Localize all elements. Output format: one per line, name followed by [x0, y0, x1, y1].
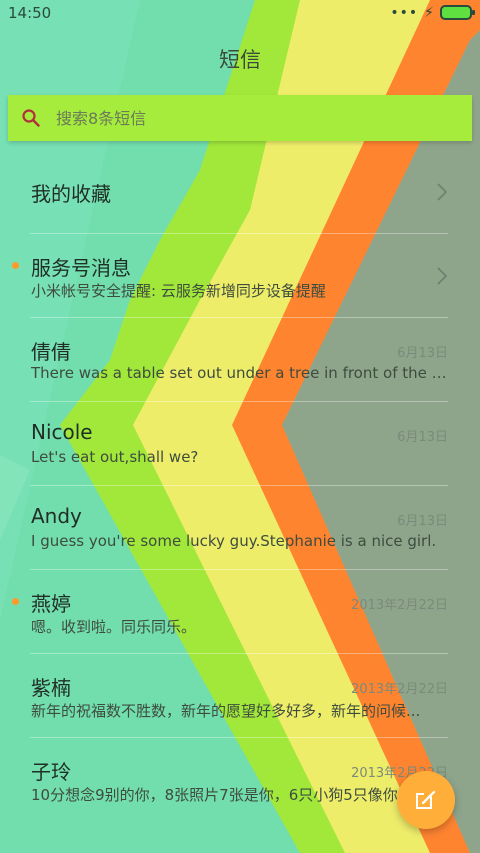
conversation-list: 我的收藏 服务号消息 小米帐号安全提醒: 云服务新增同步设备提醒 倩倩 6月13…: [0, 150, 480, 822]
item-date: 2013年2月22日: [351, 598, 448, 613]
item-name: Nicole: [31, 420, 93, 444]
list-item-conversation[interactable]: 紫楠 2013年2月22日 新年的祝福数不胜数，新年的愿望好多好多，新年的问候.…: [0, 654, 480, 738]
item-name: 倩倩: [31, 340, 71, 364]
item-date: 6月13日: [397, 430, 448, 445]
unread-dot: [12, 598, 19, 605]
list-item-favorites[interactable]: 我的收藏: [0, 150, 480, 234]
item-name: 我的收藏: [31, 182, 111, 206]
item-preview: There was a table set out under a tree i…: [31, 364, 447, 382]
item-name: 紫楠: [31, 676, 71, 700]
status-time: 14:50: [8, 4, 52, 22]
item-preview: 小米帐号安全提醒: 云服务新增同步设备提醒: [31, 282, 326, 300]
item-name: 服务号消息: [31, 256, 131, 280]
item-preview: 新年的祝福数不胜数，新年的愿望好多好多，新年的问候...: [31, 702, 421, 720]
list-item-service[interactable]: 服务号消息 小米帐号安全提醒: 云服务新增同步设备提醒: [0, 234, 480, 318]
page-title: 短信: [219, 48, 261, 72]
item-date: 6月13日: [397, 514, 448, 529]
charging-icon: ⚡: [424, 4, 434, 21]
unread-dot: [12, 262, 19, 269]
chevron-right-icon: [437, 267, 448, 285]
item-date: 6月13日: [397, 346, 448, 361]
item-preview: 10分想念9别的你，8张照片7张是你，6只小狗5只像你: [31, 786, 398, 804]
search-bar[interactable]: [8, 95, 472, 141]
list-item-conversation[interactable]: 倩倩 6月13日 There was a table set out under…: [0, 318, 480, 402]
list-item-conversation[interactable]: Nicole 6月13日 Let's eat out,shall we?: [0, 402, 480, 486]
list-item-conversation[interactable]: 燕婷 2013年2月22日 嗯。收到啦。同乐同乐。: [0, 570, 480, 654]
search-input[interactable]: [54, 97, 472, 139]
item-name: 子玲: [31, 760, 71, 784]
status-bar: 14:50 ••• ⚡: [0, 0, 480, 28]
battery-icon: [440, 5, 475, 20]
item-name: 燕婷: [31, 592, 71, 616]
item-date: 2013年2月22日: [351, 682, 448, 697]
compose-button[interactable]: [397, 771, 455, 829]
item-name: Andy: [31, 504, 82, 528]
status-icons: ••• ⚡: [390, 4, 475, 21]
chevron-right-icon: [437, 183, 448, 201]
compose-icon: [416, 790, 436, 809]
search-icon: [22, 109, 40, 127]
notification-dots-icon: •••: [390, 4, 419, 21]
item-preview: 嗯。收到啦。同乐同乐。: [31, 618, 197, 636]
item-preview: I guess you're some lucky guy.Stephanie …: [31, 532, 437, 550]
item-preview: Let's eat out,shall we?: [31, 448, 199, 466]
list-item-conversation[interactable]: Andy 6月13日 I guess you're some lucky guy…: [0, 486, 480, 570]
